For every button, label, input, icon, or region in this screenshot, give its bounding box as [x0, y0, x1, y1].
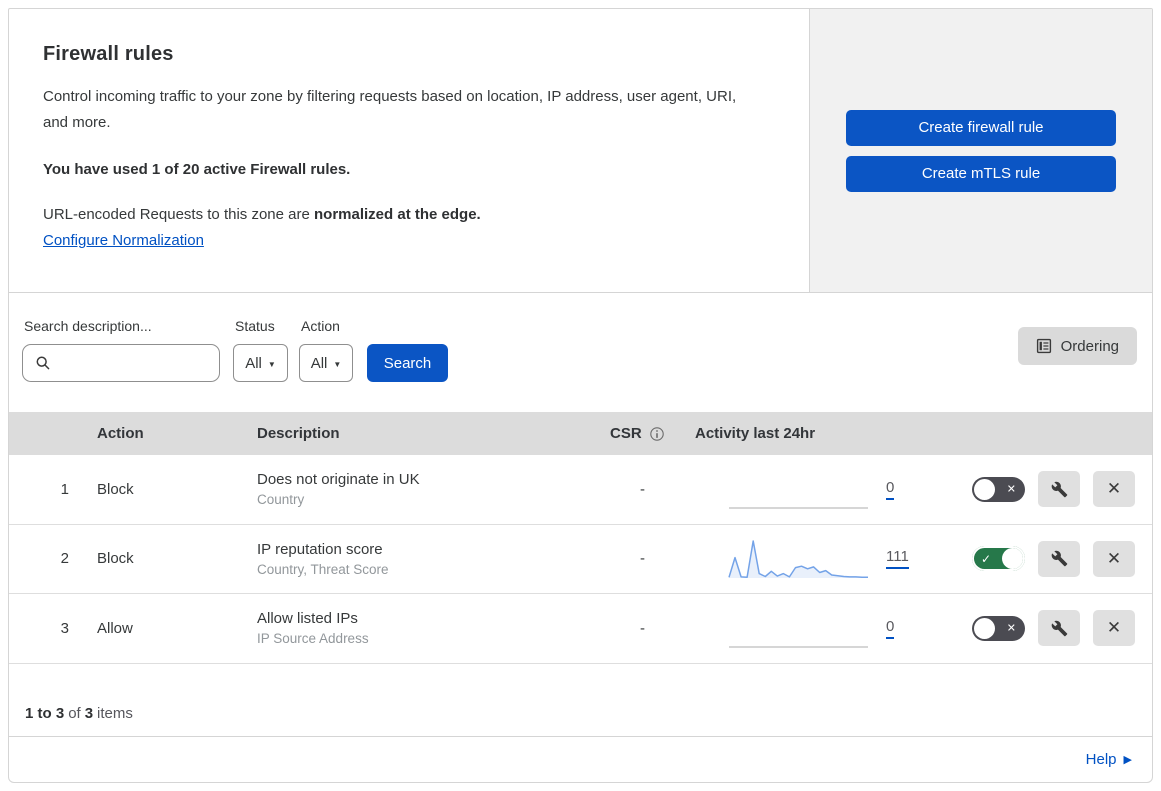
rule-index: 2 — [60, 550, 69, 568]
status-label: Status — [235, 318, 275, 334]
search-label: Search description... — [24, 318, 152, 334]
arrow-right-icon: ▶ — [1123, 754, 1132, 767]
edit-rule-button[interactable] — [1038, 610, 1080, 647]
toggle-knob — [974, 478, 995, 500]
help-label: Help — [1085, 750, 1117, 768]
activity-count-link[interactable]: 111 — [886, 548, 909, 570]
delete-rule-button[interactable]: ✕ — [1093, 610, 1135, 647]
table-row: 3 Allow Allow listed IPs IP Source Addre… — [9, 594, 1152, 664]
action-select[interactable]: All ▼ — [299, 344, 353, 382]
create-mtls-rule-button[interactable]: Create mTLS rule — [846, 155, 1116, 192]
status-selected-value: All — [245, 354, 262, 372]
rule-fields: Country — [257, 492, 305, 508]
toggle-knob — [1002, 548, 1023, 570]
help-link[interactable]: Help ▶ — [1086, 751, 1132, 768]
rule-description: Allow listed IPs — [257, 610, 358, 628]
edit-rule-button[interactable] — [1038, 540, 1080, 577]
table-row: 2 Block IP reputation score Country, Thr… — [9, 525, 1152, 594]
delete-rule-button[interactable]: ✕ — [1093, 540, 1135, 577]
chevron-down-icon: ▼ — [267, 359, 276, 369]
items-total: 3 — [84, 704, 94, 722]
firewall-rules-card: Firewall rules Control incoming traffic … — [8, 8, 1153, 783]
firewall-rules-page: Firewall rules Control incoming traffic … — [0, 0, 1161, 791]
header-content: Firewall rules Control incoming traffic … — [9, 9, 809, 292]
action-label: Action — [301, 318, 340, 334]
list-document-icon — [1036, 338, 1051, 354]
wrench-icon — [1051, 551, 1067, 567]
action-selected-value: All — [310, 354, 328, 372]
search-input-wrapper — [22, 344, 220, 382]
filter-bar: Search description... Status All ▼ Actio… — [9, 293, 1152, 412]
rule-fields: Country, Threat Score — [257, 561, 389, 577]
x-icon: ✕ — [1006, 622, 1016, 635]
x-icon: ✕ — [1006, 483, 1016, 496]
rule-description: Does not originate in UK — [257, 471, 420, 489]
items-range: 1 to 3 — [25, 704, 65, 722]
activity-sparkline-flat — [729, 646, 868, 649]
search-input[interactable] — [59, 355, 209, 371]
rule-csr-value: - — [640, 550, 645, 568]
rule-index: 3 — [60, 619, 69, 637]
wrench-icon — [1051, 620, 1067, 637]
usage-note: You have used 1 of 20 active Firewall ru… — [43, 160, 351, 178]
ordering-button[interactable]: Ordering — [1017, 327, 1137, 365]
activity-count-link[interactable]: 0 — [886, 618, 895, 639]
toggle-knob — [974, 617, 995, 639]
delete-rule-button[interactable]: ✕ — [1093, 471, 1135, 508]
wrench-icon — [1051, 481, 1067, 498]
activity-column-header: Activity last 24hr — [695, 425, 816, 442]
normalization-note: URL-encoded Requests to this zone are no… — [43, 206, 775, 223]
x-icon: ✕ — [1106, 479, 1122, 499]
description-column-header: Description — [257, 425, 340, 442]
status-select[interactable]: All ▼ — [233, 344, 288, 382]
action-filter-group: Action All ▼ — [299, 318, 353, 382]
normalization-bold: normalized at the edge. — [314, 205, 481, 223]
normalization-text: URL-encoded Requests to this zone are — [43, 205, 314, 223]
info-icon[interactable] — [649, 426, 665, 442]
create-firewall-rule-button[interactable]: Create firewall rule — [846, 109, 1116, 146]
rule-index: 1 — [60, 480, 69, 498]
search-icon — [36, 356, 50, 370]
action-column-header: Action — [97, 425, 144, 442]
status-filter-group: Status All ▼ — [233, 318, 288, 382]
rule-enable-toggle[interactable]: ✓ ✕ — [972, 615, 1025, 641]
table-header: Action Description CSR Activity last 24h… — [9, 412, 1152, 455]
pagination-summary: 1 to 3 of 3 items — [9, 664, 1152, 737]
table-row: 1 Block Does not originate in UK Country… — [9, 455, 1152, 525]
rule-action: Allow — [97, 619, 133, 637]
x-icon: ✕ — [1106, 618, 1122, 638]
rule-fields: IP Source Address — [257, 631, 369, 647]
rule-action: Block — [97, 480, 134, 498]
cta-panel: Create firewall rule Create mTLS rule — [809, 9, 1152, 292]
csr-column-header: CSR — [610, 425, 695, 442]
chevron-down-icon: ▼ — [333, 359, 342, 369]
search-button-group: Search — [367, 318, 448, 382]
configure-normalization-link[interactable]: Configure Normalization — [43, 232, 204, 249]
activity-count-link[interactable]: 0 — [886, 479, 895, 500]
header-section: Firewall rules Control incoming traffic … — [9, 9, 1152, 293]
rule-action: Block — [97, 550, 134, 568]
search-button[interactable]: Search — [367, 344, 448, 382]
activity-sparkline-flat — [729, 507, 868, 510]
rule-description: IP reputation score — [257, 540, 383, 558]
rule-csr-value: - — [640, 619, 645, 637]
rule-csr-value: - — [640, 480, 645, 498]
search-group: Search description... — [22, 318, 220, 382]
x-icon: ✕ — [1106, 548, 1122, 568]
of-text: of — [68, 704, 81, 722]
page-title: Firewall rules — [43, 43, 174, 65]
activity-sparkline — [728, 540, 868, 578]
ordering-label: Ordering — [1060, 337, 1119, 355]
edit-rule-button[interactable] — [1038, 471, 1080, 508]
page-description: Control incoming traffic to your zone by… — [43, 88, 737, 132]
check-icon: ✓ — [981, 551, 992, 566]
rule-enable-toggle[interactable]: ✓ ✕ — [972, 476, 1025, 502]
items-text: items — [97, 704, 133, 722]
help-bar: Help ▶ — [9, 737, 1152, 783]
rule-enable-toggle[interactable]: ✓ ✕ — [972, 546, 1025, 572]
